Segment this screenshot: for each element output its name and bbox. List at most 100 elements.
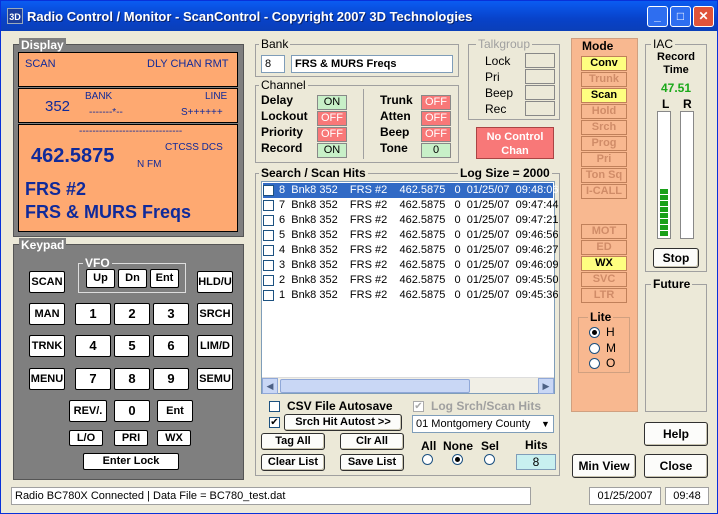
scan-hit-row[interactable]: 5 Bnk8 352 FRS #2 462.5875 0 01/25/07 09… [263,228,558,243]
scan-hit-checkbox[interactable] [263,275,274,286]
tag-all-button[interactable]: Tag All [261,433,325,450]
digit-4-button[interactable]: 4 [75,335,111,357]
lockout-button[interactable]: L/O [69,430,103,446]
mode-wx-button[interactable]: WX [581,256,627,271]
stop-button[interactable]: Stop [653,248,699,268]
vfo-up-button[interactable]: Up [86,269,115,288]
bank-number-field[interactable]: 8 [261,55,285,73]
mode-i-call-button[interactable]: I-CALL [581,184,627,199]
scan-hit-row[interactable]: 7 Bnk8 352 FRS #2 462.5875 0 01/25/07 09… [263,198,558,213]
scan-hit-row[interactable]: 3 Bnk8 352 FRS #2 462.5875 0 01/25/07 09… [263,258,558,273]
min-view-button[interactable]: Min View [572,454,636,478]
scroll-right-icon[interactable]: ▶ [538,378,554,394]
atten-indicator[interactable]: OFF [421,111,451,126]
maximize-button[interactable]: □ [670,6,691,27]
scan-hit-checkbox[interactable] [263,215,274,226]
vfo-enter-button[interactable]: Ent [150,269,179,288]
scan-button[interactable]: SCAN [29,271,65,293]
mode-ton-sq-button[interactable]: Ton Sq [581,168,627,183]
lite-off-radio[interactable] [589,358,600,369]
rev-dot-button[interactable]: REV/. [69,400,107,422]
lockout-indicator[interactable]: OFF [317,111,347,126]
enter-lock-button[interactable]: Enter Lock [83,453,179,470]
minimize-button[interactable]: _ [647,6,668,27]
scan-hit-row[interactable]: 8 Bnk8 352 FRS #2 462.5875 0 01/25/07 09… [263,183,558,198]
digit-7-button[interactable]: 7 [75,368,111,390]
menu-button[interactable]: MENU [29,368,65,390]
scan-hit-checkbox[interactable] [263,245,274,256]
digit-0-button[interactable]: 0 [114,400,150,422]
mode-hold-button[interactable]: Hold [581,104,627,119]
trunk-indicator[interactable]: OFF [421,95,451,110]
mode-srch-button[interactable]: Srch [581,120,627,135]
csv-autosave-checkbox[interactable] [269,401,280,412]
digit-6-button[interactable]: 6 [153,335,189,357]
mode-prog-button[interactable]: Prog [581,136,627,151]
scroll-thumb[interactable] [280,379,470,393]
scan-hit-checkbox[interactable] [263,185,274,196]
scan-hit-checkbox[interactable] [263,200,274,211]
record-indicator[interactable]: ON [317,143,347,158]
scan-hit-text: 6 Bnk8 352 FRS #2 462.5875 0 01/25/07 09… [279,214,559,226]
hold-up-button[interactable]: HLD/U [197,271,233,293]
keypad-title: Keypad [19,238,67,252]
horizontal-scrollbar[interactable]: ◀ ▶ [262,377,554,394]
mode-ed-button[interactable]: ED [581,240,627,255]
none-label: None [443,439,473,453]
close-button[interactable]: Close [644,454,708,478]
srch-hit-autost-checkbox[interactable]: ✔ [269,417,280,428]
sel-radio[interactable] [484,454,495,465]
mode-mot-button[interactable]: MOT [581,224,627,239]
trunk-button[interactable]: TRNK [29,335,65,357]
digit-3-button[interactable]: 3 [153,303,189,325]
none-radio[interactable] [452,454,463,465]
mode-pri-button[interactable]: Pri [581,152,627,167]
lite-medium-radio[interactable] [589,343,600,354]
scan-hit-checkbox[interactable] [263,290,274,301]
priority-indicator[interactable]: OFF [317,127,347,142]
priority-button[interactable]: PRI [114,430,148,446]
county-select[interactable]: 01 Montgomery County ▼ [412,415,554,433]
title-bar[interactable]: 3D Radio Control / Monitor - ScanControl… [1,1,717,31]
close-window-button[interactable]: ✕ [693,6,714,27]
digit-5-button[interactable]: 5 [114,335,150,357]
clear-list-button[interactable]: Clear List [261,454,325,471]
save-list-button[interactable]: Save List [340,454,404,471]
digit-1-button[interactable]: 1 [75,303,111,325]
tone-indicator[interactable]: 0 [421,143,451,158]
digit-8-button[interactable]: 8 [114,368,150,390]
mode-svc-button[interactable]: SVC [581,272,627,287]
scan-hit-row[interactable]: 6 Bnk8 352 FRS #2 462.5875 0 01/25/07 09… [263,213,558,228]
scan-hit-checkbox[interactable] [263,260,274,271]
mode-conv-button[interactable]: Conv [581,56,627,71]
digit-2-button[interactable]: 2 [114,303,150,325]
vfo-down-button[interactable]: Dn [118,269,147,288]
search-button[interactable]: SRCH [197,303,233,325]
log-srch-hits-checkbox[interactable]: ✔ [413,401,424,412]
mode-trunk-button[interactable]: Trunk [581,72,627,87]
all-radio[interactable] [422,454,433,465]
limit-down-button[interactable]: LIM/D [197,335,233,357]
help-button[interactable]: Help [644,422,708,446]
lite-high-radio[interactable] [589,327,600,338]
atten-label: Atten [380,109,411,123]
scan-hit-row[interactable]: 1 Bnk8 352 FRS #2 462.5875 0 01/25/07 09… [263,288,558,303]
weather-button[interactable]: WX [157,430,191,446]
mode-scan-button[interactable]: Scan [581,88,627,103]
manual-button[interactable]: MAN [29,303,65,325]
chevron-down-icon[interactable]: ▼ [538,416,553,432]
scan-hit-row[interactable]: 4 Bnk8 352 FRS #2 462.5875 0 01/25/07 09… [263,243,558,258]
scan-hit-checkbox[interactable] [263,230,274,241]
mode-ltr-button[interactable]: LTR [581,288,627,303]
semu-button[interactable]: SEMU [197,368,233,390]
scan-hit-row[interactable]: 2 Bnk8 352 FRS #2 462.5875 0 01/25/07 09… [263,273,558,288]
clear-all-button[interactable]: Clr All [340,433,404,450]
beep-indicator[interactable]: OFF [421,127,451,142]
srch-hit-autost-button[interactable]: Srch Hit Autost >> [284,414,402,431]
digit-9-button[interactable]: 9 [153,368,189,390]
delay-indicator[interactable]: ON [317,95,347,110]
bank-name-field[interactable]: FRS & MURS Freqs [291,55,453,73]
keypad-enter-button[interactable]: Ent [157,400,193,422]
county-select-value: 01 Montgomery County [416,418,531,430]
scroll-left-icon[interactable]: ◀ [262,378,278,394]
